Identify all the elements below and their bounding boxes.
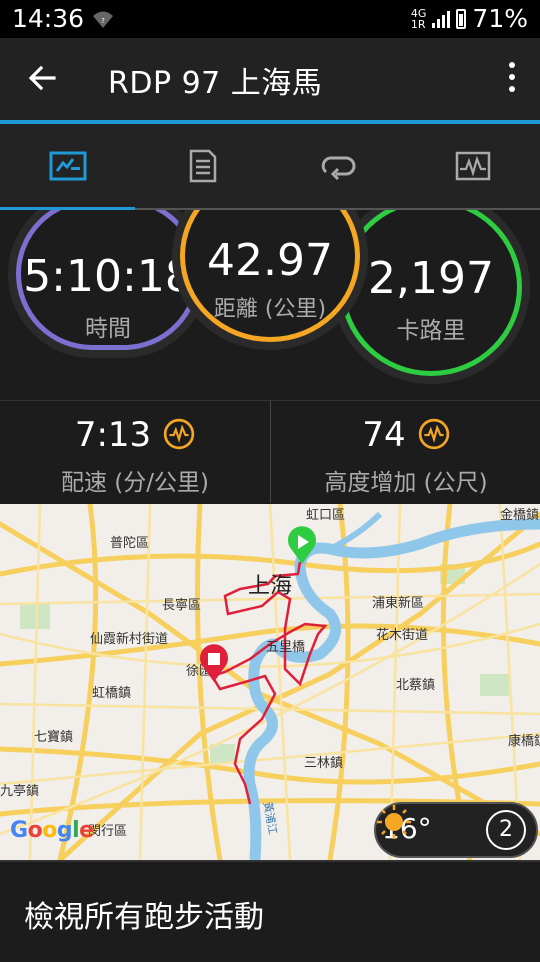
elevation-value: 74: [362, 415, 406, 455]
place-label: 五里橋: [266, 640, 306, 655]
place-label: 閔行區: [88, 824, 128, 839]
place-label: 普陀區: [110, 536, 150, 551]
signal-icon: [432, 10, 451, 28]
stats-circles: 5:10:18 時間 2,197 卡路里 42.97 距離 (公里): [0, 210, 540, 400]
tab-laps[interactable]: [270, 124, 405, 208]
pace-value: 7:13: [74, 415, 152, 455]
place-label: 仙霞新村街道: [90, 632, 169, 647]
svg-text:?: ?: [101, 17, 105, 25]
battery-percent: 71%: [472, 4, 528, 33]
laps-loop-icon: [321, 156, 355, 180]
calories-ring: 2,197 卡路里: [340, 210, 522, 376]
start-marker-icon: [288, 526, 316, 564]
distance-value: 42.97: [207, 235, 333, 286]
view-all-runs-label: 檢視所有跑步活動: [24, 900, 264, 935]
app-bar: RDP 97 上海馬: [0, 38, 540, 122]
distance-label: 距離 (公里): [213, 297, 327, 322]
elevation-label: 高度增加 (公尺): [324, 470, 488, 496]
distance-ring: 42.97 距離 (公里): [180, 210, 360, 342]
map-zoom-badge[interactable]: 2: [486, 810, 526, 850]
network-type: 4G 1R: [410, 6, 427, 31]
place-label: 康橋鎮: [508, 734, 540, 749]
route-map[interactable]: 虹口區 普陀區 上海 長寧區 浦東新區 仙霞新村街道 花木街道 五里橋 徐匯 虹…: [0, 504, 540, 860]
tab-bar: [0, 124, 540, 208]
place-label: 七寶鎮: [34, 730, 74, 745]
place-label: 花木街道: [376, 628, 429, 643]
time-value: 5:10:18: [23, 251, 193, 302]
details-list-icon: [189, 149, 216, 183]
place-label: 三林鎮: [304, 756, 344, 771]
battery-icon: [456, 8, 467, 29]
place-label: 九亭鎮: [0, 784, 40, 799]
place-label: 上海: [248, 574, 293, 599]
elevation-wave-icon: [418, 418, 449, 449]
place-label: 虹口區: [306, 508, 346, 523]
time-ring: 5:10:18 時間: [16, 210, 200, 350]
wifi-icon: ?: [93, 11, 113, 28]
elevation-cell[interactable]: 74 高度增加 (公尺): [270, 401, 540, 503]
secondary-stats: 7:13 配速 (分/公里) 74 高度增加 (公尺): [0, 400, 540, 503]
tab-charts[interactable]: [405, 124, 540, 208]
pace-wave-icon: [163, 418, 195, 449]
pace-label: 配速 (分/公里): [60, 470, 209, 496]
more-vertical-icon[interactable]: [506, 62, 518, 98]
place-label: 虹橋鎮: [92, 686, 132, 701]
place-label: 長寧區: [162, 598, 202, 613]
view-all-runs-row[interactable]: 檢視所有跑步活動: [0, 860, 540, 962]
place-label: 金橋鎮: [500, 508, 540, 523]
weather-zoom-widget: 16° 2: [374, 802, 538, 858]
page-title: RDP 97 上海馬: [108, 66, 323, 101]
place-label: 北蔡鎮: [396, 678, 436, 693]
tab-summary[interactable]: [0, 124, 135, 208]
time-label: 時間: [85, 316, 131, 342]
pace-cell[interactable]: 7:13 配速 (分/公里): [0, 401, 270, 503]
calories-value: 2,197: [368, 253, 494, 304]
sun-icon: [377, 805, 411, 839]
place-label: 浦東新區: [372, 596, 425, 611]
chart-graph-icon: [455, 151, 490, 181]
calories-label: 卡路里: [396, 318, 466, 344]
back-arrow-icon[interactable]: [24, 60, 60, 96]
tab-details[interactable]: [135, 124, 270, 208]
status-time: 14:36: [12, 4, 85, 33]
finish-marker-icon: [200, 644, 228, 682]
google-logo: Google: [10, 818, 94, 843]
status-bar: 14:36 ? 4G 1R 71%: [0, 0, 540, 38]
activity-summary-icon: [49, 151, 86, 181]
